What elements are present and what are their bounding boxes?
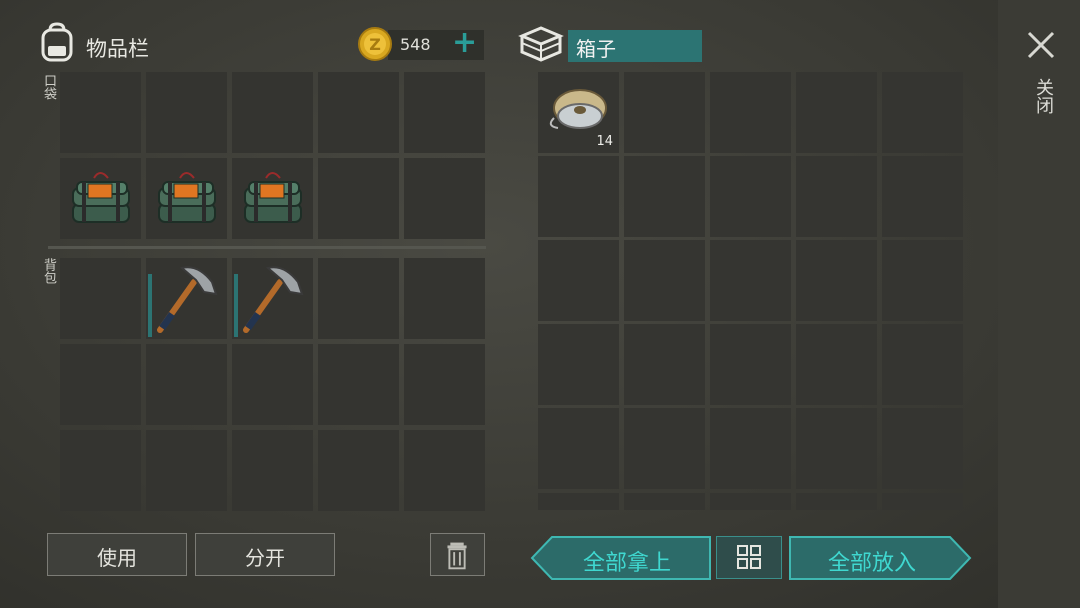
grid-icon [737, 545, 761, 569]
box-slot[interactable] [796, 72, 877, 153]
box-slot[interactable] [624, 493, 705, 510]
box-slot[interactable] [796, 240, 877, 321]
inventory-slot[interactable] [146, 258, 227, 339]
inventory-slot[interactable] [318, 430, 399, 511]
inventory-slot[interactable] [232, 72, 313, 153]
inventory-slot[interactable] [404, 72, 485, 153]
box-slot[interactable] [710, 72, 791, 153]
put-all-label: 全部放入 [827, 551, 916, 576]
durability-bar [234, 274, 238, 337]
inventory-slot[interactable] [404, 158, 485, 239]
pickaxe-icon [157, 266, 218, 333]
box-slot[interactable] [710, 493, 791, 510]
pickaxe-icon [243, 266, 304, 333]
box-slot[interactable] [624, 408, 705, 489]
box-slot[interactable] [538, 493, 619, 510]
box-slot[interactable] [882, 408, 963, 489]
inventory-slot[interactable] [318, 258, 399, 339]
use-button-label: 使用 [97, 546, 137, 570]
inventory-slot[interactable] [318, 344, 399, 425]
box-slot[interactable] [538, 240, 619, 321]
c4-explosive-icon [244, 172, 302, 223]
inventory-slot[interactable] [232, 430, 313, 511]
box-slot[interactable] [796, 408, 877, 489]
sort-grid-button[interactable] [716, 536, 782, 579]
inventory-slot[interactable] [146, 430, 227, 511]
take-all-label: 全部拿上 [582, 551, 671, 576]
inventory-slot[interactable] [318, 72, 399, 153]
box-name-field[interactable]: 箱子 [568, 30, 702, 62]
add-currency-button[interactable]: + [452, 28, 477, 58]
inventory-slot[interactable] [60, 344, 141, 425]
split-button-label: 分开 [245, 546, 285, 570]
currency-amount: 548 [400, 35, 431, 54]
trash-icon [447, 542, 467, 570]
box-slot[interactable] [796, 324, 877, 405]
box-slot[interactable] [624, 156, 705, 237]
inventory-slot[interactable] [232, 258, 313, 339]
c4-explosive-icon [72, 172, 130, 223]
box-slot[interactable] [796, 156, 877, 237]
inventory-slot[interactable] [146, 344, 227, 425]
box-slot[interactable] [882, 324, 963, 405]
inventory-slot[interactable] [60, 258, 141, 339]
inventory-slot[interactable] [60, 430, 141, 511]
item-count: 14 [596, 134, 613, 149]
backpack-label: 背包 [41, 258, 56, 284]
inventory-slot[interactable] [232, 158, 313, 239]
use-button[interactable]: 使用 [47, 533, 187, 576]
inventory-slot[interactable] [232, 344, 313, 425]
box-name-label: 箱子 [576, 37, 616, 61]
svg-text:Z: Z [369, 35, 381, 54]
durability-bar [148, 274, 152, 337]
put-all-button[interactable]: 全部放入 [792, 536, 952, 580]
box-slot[interactable] [710, 324, 791, 405]
box-slot[interactable] [882, 493, 963, 510]
inventory-slot[interactable] [60, 158, 141, 239]
box-slot[interactable] [882, 240, 963, 321]
inventory-slot[interactable] [146, 72, 227, 153]
inventory-slot[interactable] [404, 344, 485, 425]
backpack-icon [41, 22, 73, 62]
box-slot[interactable] [624, 240, 705, 321]
pocket-label: 口袋 [41, 74, 56, 100]
box-slot[interactable] [882, 72, 963, 153]
box-slot[interactable] [796, 493, 877, 510]
inventory-title: 物品栏 [86, 37, 149, 61]
inventory-slot[interactable] [404, 258, 485, 339]
box-slot[interactable] [624, 72, 705, 153]
box-slot[interactable] [710, 156, 791, 237]
inventory-slot[interactable] [60, 72, 141, 153]
inventory-slot[interactable] [404, 430, 485, 511]
close-icon[interactable] [1024, 28, 1058, 62]
c4-explosive-icon [158, 172, 216, 223]
section-divider [48, 246, 486, 249]
inventory-slot[interactable] [318, 158, 399, 239]
box-slot[interactable] [710, 240, 791, 321]
split-button[interactable]: 分开 [195, 533, 335, 576]
close-label[interactable]: 关闭 [1030, 78, 1056, 114]
inventory-slot[interactable] [146, 158, 227, 239]
box-slot[interactable] [538, 408, 619, 489]
box-slot[interactable] [538, 156, 619, 237]
box-slot[interactable] [538, 324, 619, 405]
box-slot[interactable] [882, 156, 963, 237]
take-all-button[interactable]: 全部拿上 [552, 536, 702, 580]
box-slot[interactable] [710, 408, 791, 489]
storage-box-icon [518, 26, 564, 62]
coin-icon: Z [358, 27, 392, 61]
box-slot[interactable]: 14 [538, 72, 619, 153]
box-slot[interactable] [624, 324, 705, 405]
delete-button[interactable] [430, 533, 485, 576]
